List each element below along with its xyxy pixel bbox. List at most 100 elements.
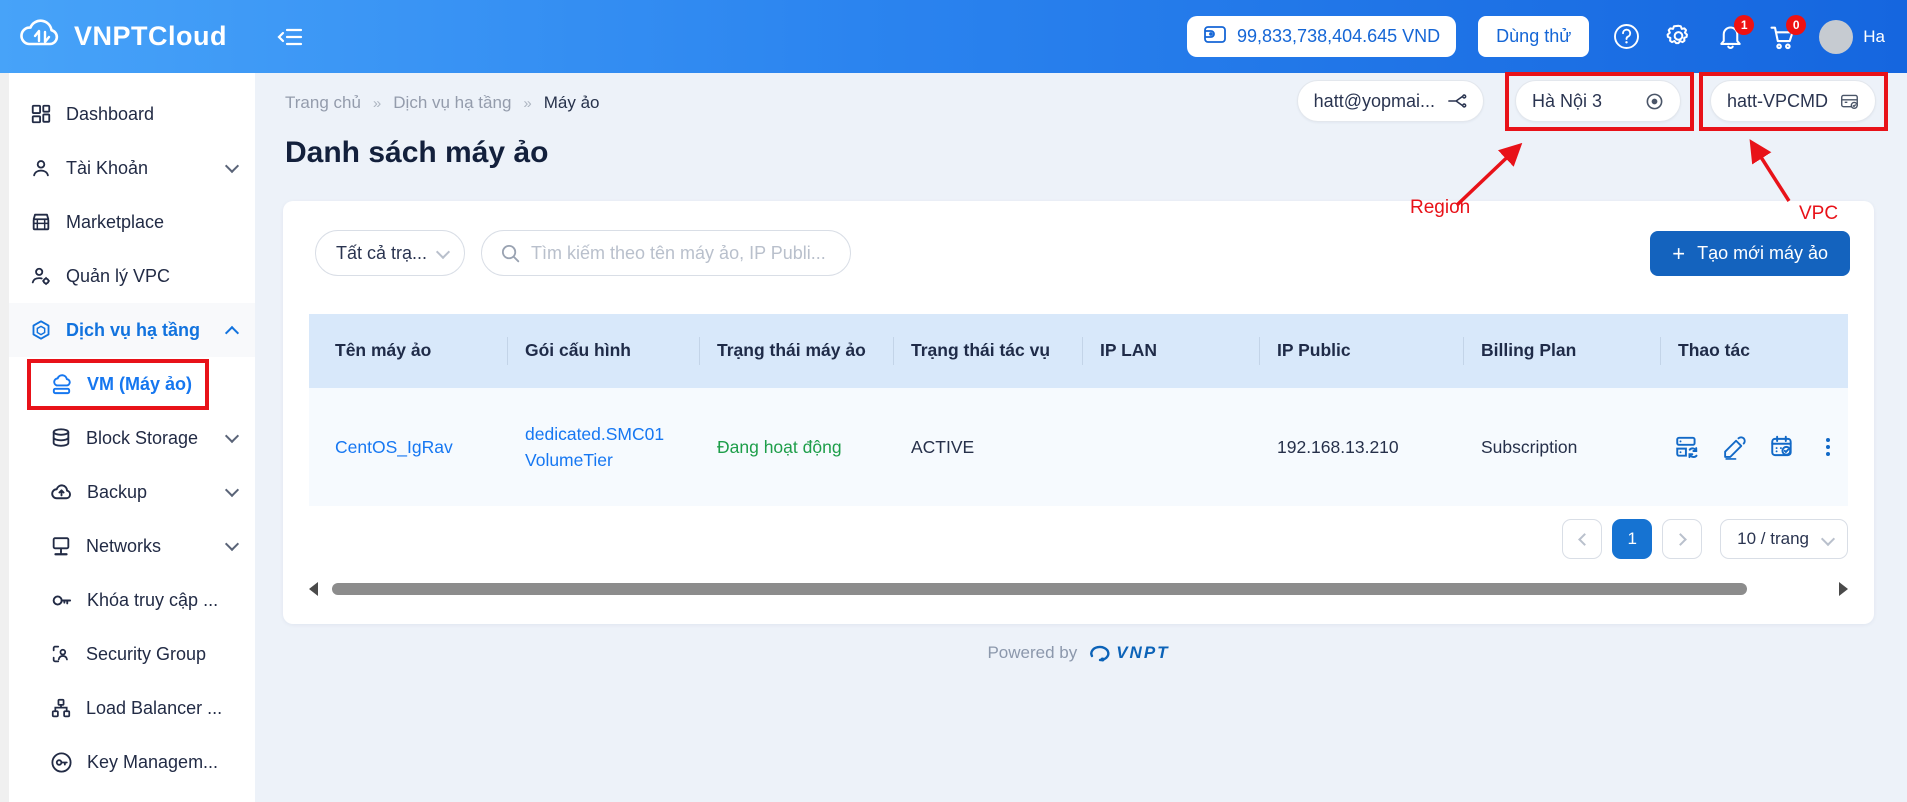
balance-amount: 99,833,738,404.645 VND	[1237, 26, 1440, 47]
status-filter-select[interactable]: Tất cả trạ...	[315, 230, 465, 276]
settings-gear-icon[interactable]	[1663, 22, 1693, 52]
pagination: 1 10 / trang	[1562, 519, 1848, 559]
avatar	[1819, 20, 1853, 54]
location-icon	[1645, 92, 1664, 111]
chevron-down-icon	[225, 429, 239, 443]
project-selector[interactable]: hatt@yopmai...	[1297, 80, 1484, 122]
next-page-button[interactable]	[1662, 519, 1702, 559]
sidebar-item-khoa-truy-cap[interactable]: Khóa truy cập ...	[0, 573, 255, 627]
user-name: Ha	[1863, 27, 1885, 47]
brand[interactable]: VNPTCloud	[0, 18, 227, 55]
vnpt-logo: VNPT	[1089, 643, 1169, 663]
more-actions-icon[interactable]	[1817, 435, 1839, 459]
network-icon	[50, 535, 72, 557]
help-icon[interactable]	[1611, 22, 1641, 52]
chevron-down-icon	[1821, 532, 1835, 546]
search-box[interactable]	[481, 230, 851, 276]
chevron-up-icon	[225, 326, 239, 340]
prev-page-button[interactable]	[1562, 519, 1602, 559]
chevron-right-icon	[1674, 533, 1687, 546]
table-row: CentOS_IgRav dedicated.SMC01 VolumeTier …	[309, 388, 1848, 506]
database-icon	[50, 427, 72, 449]
edit-icon[interactable]	[1722, 435, 1747, 460]
sidebar-item-load-balancer[interactable]: Load Balancer ...	[0, 681, 255, 735]
vm-table: Tên máy ảo Gói cấu hình Trạng thái máy ả…	[309, 314, 1848, 506]
breadcrumb-services[interactable]: Dịch vụ hạ tầng	[393, 93, 511, 113]
page-title: Danh sách máy ảo	[285, 136, 548, 170]
footer: Powered by VNPT	[283, 643, 1874, 663]
col-ip-public: IP Public	[1259, 314, 1463, 388]
vpc-icon	[1840, 92, 1859, 111]
sidebar-collapse-icon[interactable]	[277, 26, 303, 48]
chevron-down-icon	[225, 159, 239, 173]
breadcrumb-home[interactable]: Trang chủ	[285, 93, 361, 113]
cloud-logo-icon	[18, 18, 62, 55]
sidebar-item-dashboard[interactable]: Dashboard	[0, 87, 255, 141]
security-group-icon	[50, 643, 72, 665]
sidebar-item-marketplace[interactable]: Marketplace	[0, 195, 255, 249]
col-billing-plan: Billing Plan	[1463, 314, 1660, 388]
table-header-row: Tên máy ảo Gói cấu hình Trạng thái máy ả…	[309, 314, 1848, 388]
main-content: Trang chủ » Dịch vụ hạ tầng » Máy ảo hat…	[255, 73, 1907, 802]
schedule-icon[interactable]	[1769, 434, 1795, 460]
sidebar-item-tai-khoan[interactable]: Tài Khoản	[0, 141, 255, 195]
sidebar-item-dich-vu-ha-tang[interactable]: Dịch vụ hạ tầng	[0, 303, 255, 357]
scrollbar-thumb[interactable]	[332, 583, 1747, 595]
task-status: ACTIVE	[911, 434, 1068, 460]
brand-name: VNPTCloud	[74, 21, 227, 52]
resize-vm-icon[interactable]	[1674, 434, 1700, 460]
wallet-balance[interactable]: 99,833,738,404.645 VND	[1187, 16, 1456, 57]
ip-public-value: 192.168.13.210	[1277, 434, 1449, 460]
page-size-select[interactable]: 10 / trang	[1720, 519, 1848, 559]
breadcrumb-current: Máy ảo	[544, 93, 600, 113]
cube-icon	[30, 319, 52, 341]
load-balancer-icon	[50, 697, 72, 719]
cart-icon[interactable]: 0	[1767, 22, 1797, 52]
sidebar-item-key-management[interactable]: Key Managem...	[0, 735, 255, 789]
create-vm-button[interactable]: + Tạo mới máy ảo	[1650, 231, 1850, 276]
vm-name-link[interactable]: CentOS_IgRav	[335, 434, 493, 460]
sidebar-item-quan-ly-vpc[interactable]: Quản lý VPC	[0, 249, 255, 303]
user-menu[interactable]: Ha	[1819, 20, 1885, 54]
powered-by-text: Powered by	[987, 643, 1077, 663]
chevron-down-icon	[225, 537, 239, 551]
wallet-icon	[1203, 23, 1227, 50]
trial-button[interactable]: Dùng thử	[1478, 16, 1589, 57]
scroll-left-icon[interactable]	[309, 582, 318, 596]
search-icon	[500, 243, 521, 264]
cloud-upload-icon	[50, 481, 73, 504]
col-trang-thai-may-ao: Trạng thái máy ảo	[699, 314, 893, 388]
col-trang-thai-tac-vu: Trạng thái tác vụ	[893, 314, 1082, 388]
marketplace-icon	[30, 211, 52, 233]
breadcrumb: Trang chủ » Dịch vụ hạ tầng » Máy ảo	[285, 93, 600, 113]
key-management-icon	[50, 751, 73, 774]
search-input[interactable]	[531, 243, 832, 264]
chevron-left-icon	[1578, 533, 1591, 546]
chevron-down-icon	[225, 483, 239, 497]
page-1-button[interactable]: 1	[1612, 519, 1652, 559]
col-goi-cau-hinh: Gói cấu hình	[507, 314, 699, 388]
sidebar-item-networks[interactable]: Networks	[0, 519, 255, 573]
sidebar-scrollbar[interactable]	[0, 73, 9, 802]
col-ten-may-ao: Tên máy ảo	[309, 314, 507, 388]
sidebar-item-backup[interactable]: Backup	[0, 465, 255, 519]
sidebar-item-vm-may-ao[interactable]: VM (Máy ảo)	[0, 357, 255, 411]
user-gear-icon	[30, 265, 52, 287]
sidebar-item-security-group[interactable]: Security Group	[0, 627, 255, 681]
sidebar-item-block-storage[interactable]: Block Storage	[0, 411, 255, 465]
plus-icon: +	[1672, 243, 1685, 265]
vm-cloud-icon	[50, 373, 73, 396]
vm-config-link2[interactable]: VolumeTier	[525, 447, 685, 473]
top-header-bar: VNPTCloud 99,833,738,404.645 VND Dùng th…	[0, 0, 1907, 73]
cart-badge: 0	[1786, 15, 1806, 35]
scroll-right-icon[interactable]	[1839, 582, 1848, 596]
key-icon	[50, 589, 73, 612]
region-selector[interactable]: Hà Nội 3	[1515, 80, 1681, 122]
dashboard-icon	[30, 103, 52, 125]
vm-config-link[interactable]: dedicated.SMC01	[525, 421, 685, 447]
vpc-selector[interactable]: hatt-VPCMD	[1710, 80, 1876, 122]
notification-badge: 1	[1734, 15, 1754, 35]
notifications-bell-icon[interactable]: 1	[1715, 22, 1745, 52]
horizontal-scrollbar[interactable]	[309, 576, 1848, 602]
vm-status: Đang hoạt động	[717, 434, 879, 460]
